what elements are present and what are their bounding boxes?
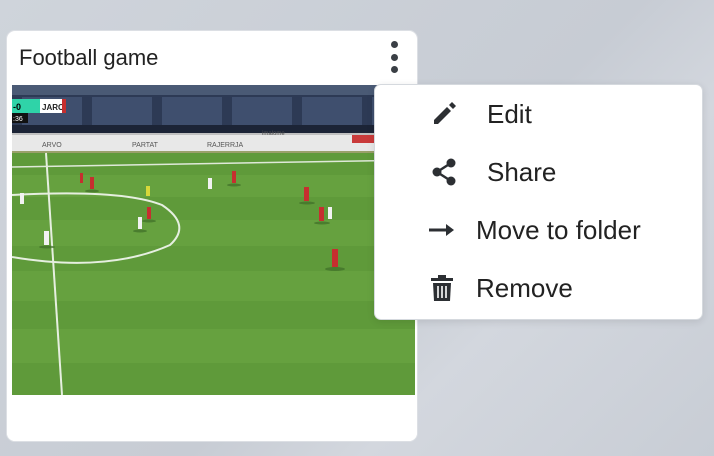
football-pitch-image: ARVO PARTAT RAJERRJA imalome -0 JARO:36	[12, 85, 415, 395]
adboard-text: PARTAT	[132, 142, 159, 149]
score-text: -0	[13, 102, 21, 112]
menu-item-remove[interactable]: Remove	[375, 259, 702, 317]
adboard-text: RAJERRJA	[207, 142, 244, 149]
menu-item-move-to-folder[interactable]: Move to folder	[375, 201, 702, 259]
adboard-text: ARVO	[42, 142, 62, 149]
menu-item-label: Remove	[476, 273, 573, 303]
menu-item-share[interactable]: Share	[375, 143, 702, 201]
menu-item-label: Edit	[487, 99, 532, 129]
context-menu: Edit Share Move to folder Remove	[374, 84, 703, 320]
menu-item-label: Share	[487, 157, 557, 187]
clock-text: :36	[13, 116, 23, 123]
more-options-icon[interactable]	[387, 41, 401, 73]
card-title: Football game	[19, 45, 159, 70]
video-card[interactable]: Football game ARVO PARTAT RAJERRJA imalo…	[6, 30, 418, 442]
trash-icon	[427, 273, 457, 303]
adboard-text: imalome	[262, 131, 285, 137]
card-header: Football game	[7, 31, 417, 85]
menu-item-edit[interactable]: Edit	[375, 85, 702, 143]
card-footer	[7, 395, 417, 441]
pencil-icon	[429, 99, 459, 129]
menu-item-label: Move to folder	[476, 215, 641, 245]
team-text: JARO	[42, 103, 64, 112]
share-icon	[429, 157, 459, 187]
video-thumbnail[interactable]: ARVO PARTAT RAJERRJA imalome -0 JARO:36	[12, 85, 415, 395]
arrow-right-icon	[427, 215, 457, 245]
